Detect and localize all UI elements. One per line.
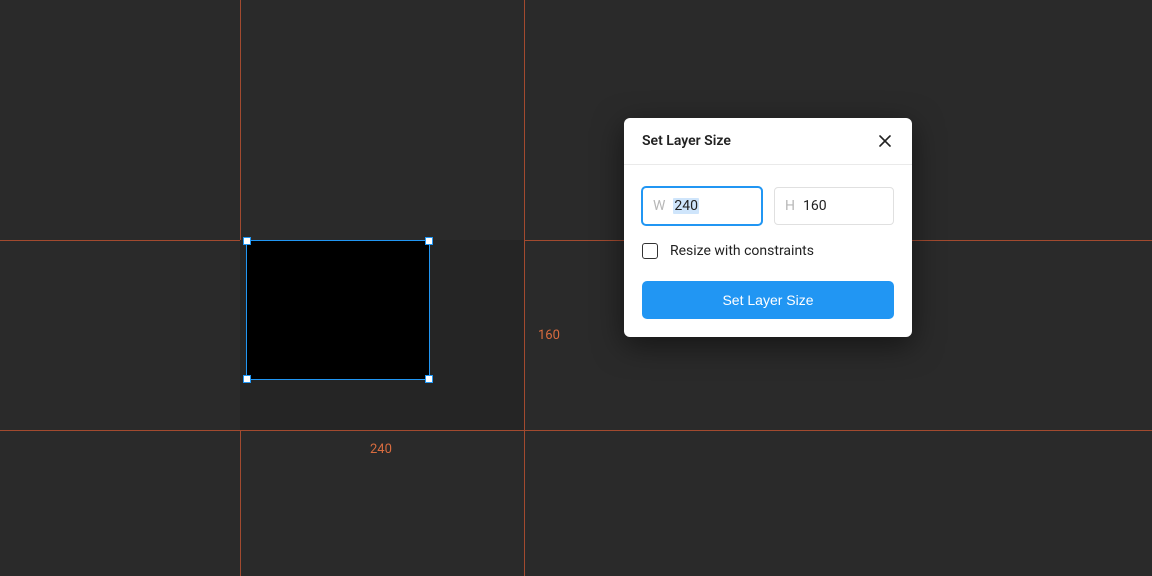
dialog-header: Set Layer Size: [624, 118, 912, 165]
resize-constraints-row: Resize with constraints: [642, 243, 894, 259]
width-input[interactable]: W 240: [642, 187, 762, 225]
selected-layer[interactable]: [246, 240, 430, 380]
dialog-body: W 240 H 160 Resize with constraints Set …: [624, 165, 912, 337]
ruler-label-width: 240: [370, 442, 392, 457]
resize-handle-bottom-right[interactable]: [425, 375, 433, 383]
height-prefix: H: [785, 198, 795, 214]
dialog-title: Set Layer Size: [642, 133, 731, 149]
guide-horizontal-2: [0, 430, 1152, 431]
resize-constraints-label: Resize with constraints: [670, 243, 814, 259]
close-button[interactable]: [876, 132, 894, 150]
dimension-fields: W 240 H 160: [642, 187, 894, 225]
set-layer-size-dialog: Set Layer Size W 240 H 160: [624, 118, 912, 337]
resize-handle-top-right[interactable]: [425, 237, 433, 245]
height-input[interactable]: H 160: [774, 187, 894, 225]
set-layer-size-button-label: Set Layer Size: [722, 292, 813, 308]
set-layer-size-button[interactable]: Set Layer Size: [642, 281, 894, 319]
ruler-label-height: 160: [538, 328, 560, 343]
resize-handle-bottom-left[interactable]: [243, 375, 251, 383]
guide-horizontal-1: [0, 240, 1152, 241]
width-value: 240: [673, 198, 699, 214]
close-icon: [878, 134, 892, 148]
height-value: 160: [803, 198, 827, 214]
guide-vertical-2: [524, 0, 525, 576]
design-canvas[interactable]: 160 240 Set Layer Size W 240 H 160: [0, 0, 1152, 576]
resize-constraints-checkbox[interactable]: [642, 243, 658, 259]
width-prefix: W: [653, 198, 665, 214]
resize-handle-top-left[interactable]: [243, 237, 251, 245]
